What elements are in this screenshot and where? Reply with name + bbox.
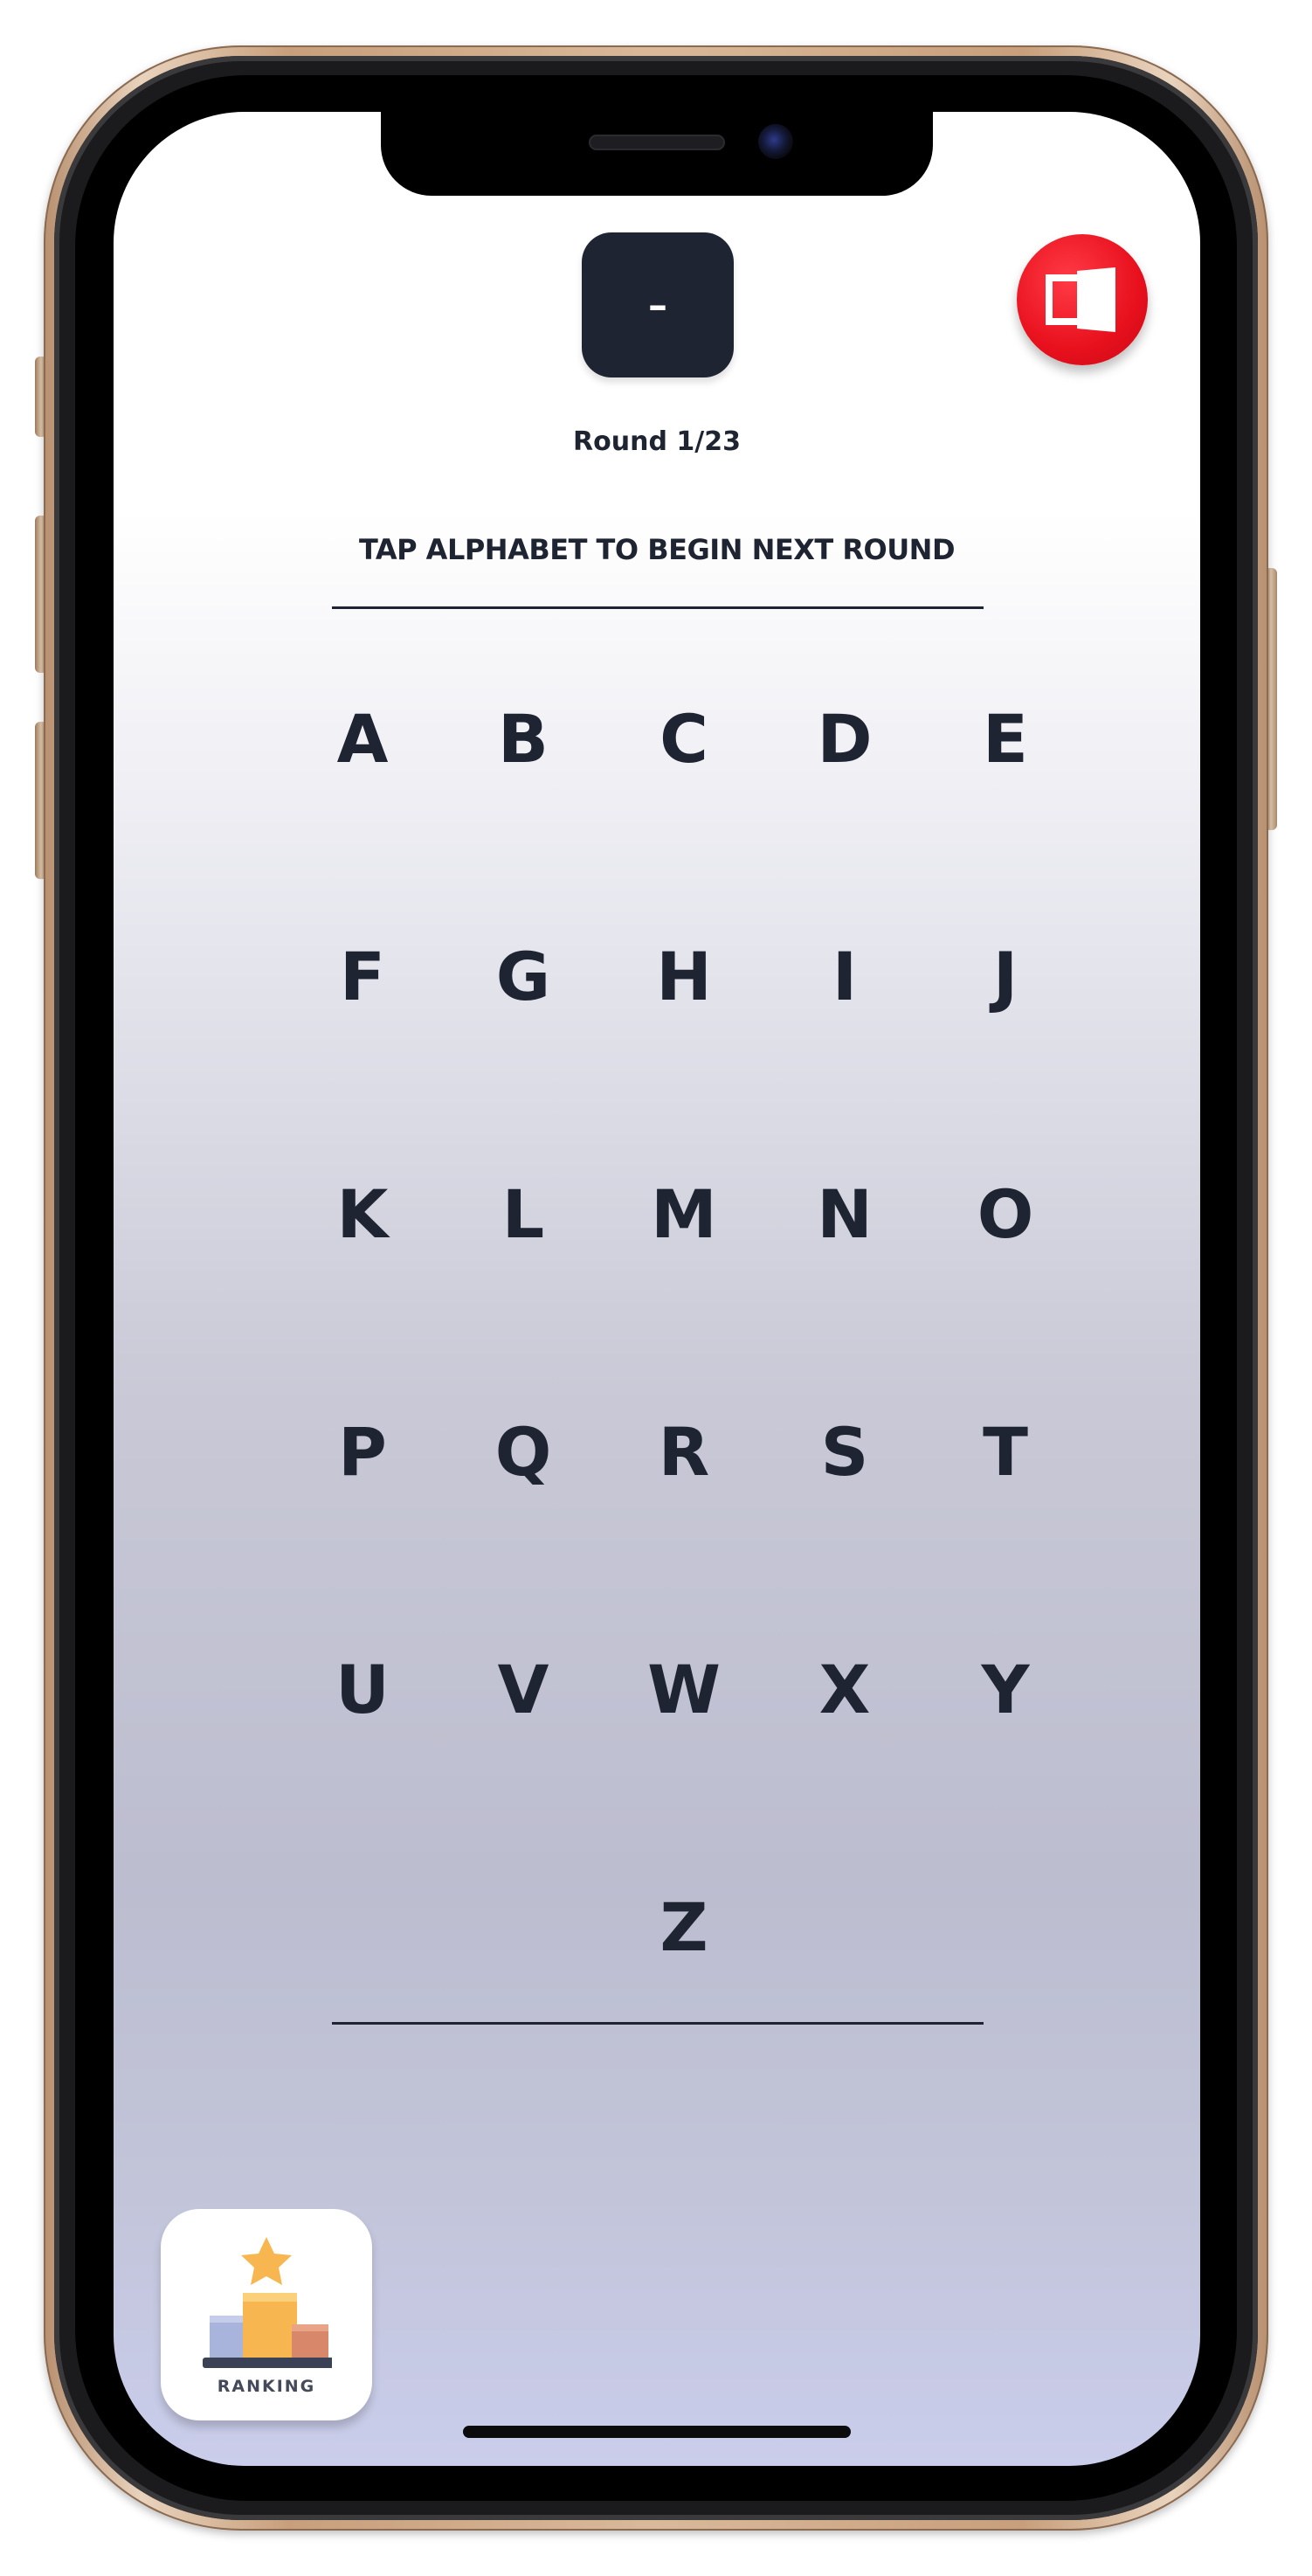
device-mockup: – Round 1/23 TAP ALPHABET TO BEGIN NEXT … <box>0 0 1312 2576</box>
letter-o-button[interactable]: O <box>957 1166 1053 1262</box>
letter-y-button[interactable]: Y <box>957 1641 1053 1737</box>
letter-n-button[interactable]: N <box>797 1166 893 1262</box>
letter-f-button[interactable]: F <box>314 928 411 1024</box>
letter-v-button[interactable]: V <box>475 1641 571 1737</box>
ranking-button[interactable]: RANKING <box>161 2209 372 2420</box>
letter-m-button[interactable]: M <box>636 1166 732 1262</box>
home-indicator[interactable] <box>463 2426 851 2438</box>
app-screen: – Round 1/23 TAP ALPHABET TO BEGIN NEXT … <box>114 112 1200 2466</box>
front-camera <box>758 124 793 159</box>
letter-k-button[interactable]: K <box>314 1166 411 1262</box>
letter-s-button[interactable]: S <box>797 1403 893 1499</box>
letter-p-button[interactable]: P <box>314 1403 411 1499</box>
letter-u-button[interactable]: U <box>314 1641 411 1737</box>
letter-e-button[interactable]: E <box>957 690 1053 786</box>
top-divider <box>332 606 984 609</box>
letter-i-button[interactable]: I <box>797 928 893 1024</box>
bottom-divider <box>332 2022 984 2025</box>
letter-r-button[interactable]: R <box>636 1403 732 1499</box>
podium-star-icon <box>203 2237 332 2368</box>
exit-door-icon <box>1046 267 1115 332</box>
letter-q-button[interactable]: Q <box>475 1403 571 1499</box>
letter-l-button[interactable]: L <box>475 1166 571 1262</box>
letter-h-button[interactable]: H <box>636 928 732 1024</box>
timer-display: – <box>582 232 734 377</box>
instruction-text: TAP ALPHABET TO BEGIN NEXT ROUND <box>358 533 956 566</box>
letter-z-button[interactable]: Z <box>636 1879 732 1975</box>
round-counter: Round 1/23 <box>573 426 741 457</box>
exit-button[interactable] <box>1017 234 1148 365</box>
notch <box>381 112 933 196</box>
timer-text: – <box>648 282 667 328</box>
ranking-label: RANKING <box>217 2377 316 2396</box>
letter-g-button[interactable]: G <box>475 928 571 1024</box>
earpiece-speaker <box>589 135 725 150</box>
letter-b-button[interactable]: B <box>475 690 571 786</box>
letter-d-button[interactable]: D <box>797 690 893 786</box>
letter-j-button[interactable]: J <box>957 928 1053 1024</box>
letter-x-button[interactable]: X <box>797 1641 893 1737</box>
letter-a-button[interactable]: A <box>314 690 411 786</box>
letter-c-button[interactable]: C <box>636 690 732 786</box>
letter-t-button[interactable]: T <box>957 1403 1053 1499</box>
letter-w-button[interactable]: W <box>636 1641 732 1737</box>
